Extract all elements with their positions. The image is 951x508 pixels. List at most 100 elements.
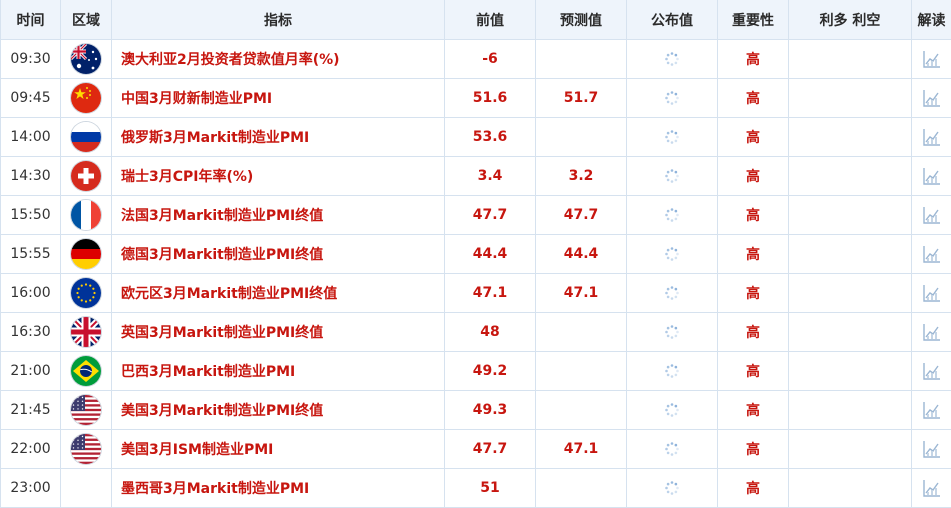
chart-analysis-icon[interactable] (922, 166, 942, 186)
event-interpret[interactable] (912, 430, 951, 469)
event-previous: 47.7 (445, 196, 536, 235)
event-interpret[interactable] (912, 313, 951, 352)
header-indicator: 指标 (112, 0, 445, 40)
chart-analysis-icon[interactable] (922, 478, 942, 498)
loading-spinner-icon (664, 129, 680, 145)
event-actual (627, 391, 718, 430)
loading-spinner-icon (664, 246, 680, 262)
event-actual (627, 118, 718, 157)
loading-spinner-icon (664, 90, 680, 106)
event-interpret[interactable] (912, 157, 951, 196)
event-actual (627, 430, 718, 469)
chart-analysis-icon[interactable] (922, 400, 942, 420)
event-indicator: 俄罗斯3月Markit制造业PMI (112, 118, 445, 157)
event-region (61, 274, 112, 313)
table-row: 21:45美国3月Markit制造业PMI终值49.3高 (1, 391, 951, 430)
event-indicator: 中国3月财新制造业PMI (112, 79, 445, 118)
event-interpret[interactable] (912, 235, 951, 274)
chart-analysis-icon[interactable] (922, 49, 942, 69)
event-impact (789, 313, 912, 352)
event-impact (789, 40, 912, 79)
chart-analysis-icon[interactable] (922, 244, 942, 264)
event-previous: 48 (445, 313, 536, 352)
event-forecast: 44.4 (536, 235, 627, 274)
chart-analysis-icon[interactable] (922, 439, 942, 459)
event-time: 16:30 (1, 313, 61, 352)
event-region (61, 430, 112, 469)
event-importance: 高 (718, 430, 789, 469)
event-interpret[interactable] (912, 118, 951, 157)
event-interpret[interactable] (912, 274, 951, 313)
event-forecast (536, 118, 627, 157)
event-time: 09:30 (1, 40, 61, 79)
table-row: 22:00美国3月ISM制造业PMI47.747.1高 (1, 430, 951, 469)
event-interpret[interactable] (912, 352, 951, 391)
event-forecast (536, 391, 627, 430)
event-indicator: 英国3月Markit制造业PMI终值 (112, 313, 445, 352)
table-row: 09:30澳大利亚2月投资者贷款值月率(%)-6高 (1, 40, 951, 79)
event-time: 23:00 (1, 469, 61, 508)
event-time: 15:50 (1, 196, 61, 235)
event-indicator: 欧元区3月Markit制造业PMI终值 (112, 274, 445, 313)
event-forecast (536, 469, 627, 508)
table-row: 23:00 墨西哥3月Markit制造业PMI51 高 (1, 469, 951, 508)
event-impact (789, 157, 912, 196)
event-forecast (536, 352, 627, 391)
chart-analysis-icon[interactable] (922, 283, 942, 303)
flag-australia-icon (71, 44, 101, 74)
event-importance: 高 (718, 196, 789, 235)
event-time: 15:55 (1, 235, 61, 274)
event-time: 16:00 (1, 274, 61, 313)
event-importance: 高 (718, 40, 789, 79)
event-actual (627, 352, 718, 391)
event-indicator: 美国3月Markit制造业PMI终值 (112, 391, 445, 430)
event-actual (627, 79, 718, 118)
event-importance: 高 (718, 469, 789, 508)
event-previous: 44.4 (445, 235, 536, 274)
table-row: 16:30英国3月Markit制造业PMI终值48高 (1, 313, 951, 352)
event-interpret[interactable] (912, 196, 951, 235)
table-header: 时间 区域 指标 前值 预测值 公布值 重要性 利多 利空 解读 (1, 0, 951, 40)
event-indicator: 巴西3月Markit制造业PMI (112, 352, 445, 391)
event-interpret[interactable] (912, 469, 951, 508)
event-previous: -6 (445, 40, 536, 79)
event-region (61, 313, 112, 352)
event-region (61, 352, 112, 391)
event-importance: 高 (718, 157, 789, 196)
event-importance: 高 (718, 118, 789, 157)
event-importance: 高 (718, 352, 789, 391)
flag-usa-icon (71, 395, 101, 425)
chart-analysis-icon[interactable] (922, 361, 942, 381)
event-indicator: 墨西哥3月Markit制造业PMI (112, 469, 445, 508)
chart-analysis-icon[interactable] (922, 205, 942, 225)
event-time: 22:00 (1, 430, 61, 469)
event-interpret[interactable] (912, 79, 951, 118)
event-indicator: 法国3月Markit制造业PMI终值 (112, 196, 445, 235)
header-forecast: 预测值 (536, 0, 627, 40)
event-forecast (536, 40, 627, 79)
event-interpret[interactable] (912, 40, 951, 79)
table-row: 15:50法国3月Markit制造业PMI终值47.747.7高 (1, 196, 951, 235)
chart-analysis-icon[interactable] (922, 127, 942, 147)
event-interpret[interactable] (912, 391, 951, 430)
event-previous: 47.7 (445, 430, 536, 469)
event-forecast: 47.7 (536, 196, 627, 235)
table-row: 16:00欧元区3月Markit制造业PMI终值47.147.1高 (1, 274, 951, 313)
table-row: 14:30瑞士3月CPI年率(%)3.43.2高 (1, 157, 951, 196)
flag-eu-icon (71, 278, 101, 308)
event-time: 21:00 (1, 352, 61, 391)
event-actual (627, 469, 718, 508)
chart-analysis-icon[interactable] (922, 88, 942, 108)
chart-analysis-icon[interactable] (922, 322, 942, 342)
event-impact (789, 274, 912, 313)
event-previous: 51 (445, 469, 536, 508)
event-actual (627, 40, 718, 79)
table-row: 15:55德国3月Markit制造业PMI终值44.444.4高 (1, 235, 951, 274)
event-importance: 高 (718, 391, 789, 430)
event-impact (789, 469, 912, 508)
table-body: 09:30澳大利亚2月投资者贷款值月率(%)-6高09:45中国3月财新制造业P… (1, 40, 951, 508)
event-impact (789, 118, 912, 157)
flag-brazil-icon (71, 356, 101, 386)
header-previous: 前值 (445, 0, 536, 40)
event-indicator: 美国3月ISM制造业PMI (112, 430, 445, 469)
